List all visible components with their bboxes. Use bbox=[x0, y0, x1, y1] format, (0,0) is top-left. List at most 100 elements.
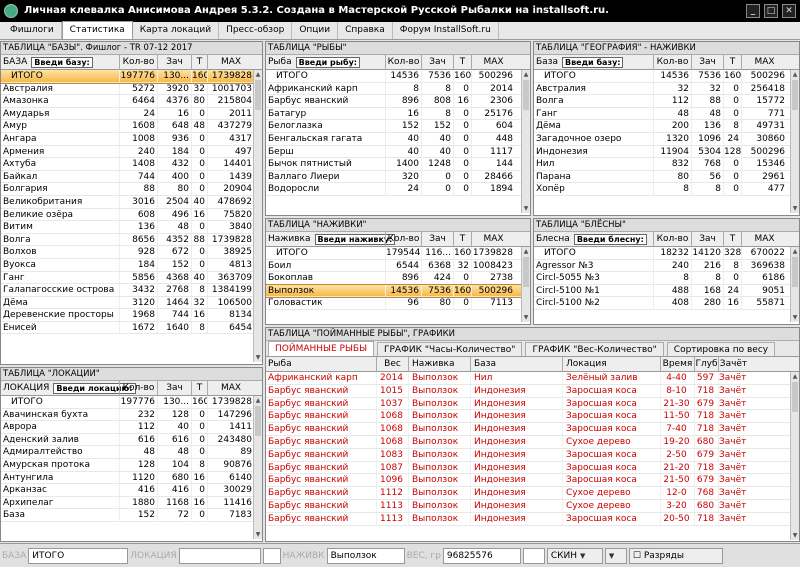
catch-header-col-2[interactable]: Наживка bbox=[408, 356, 470, 372]
table-row[interactable]: Амур 1608 648 48 437279 bbox=[1, 120, 262, 133]
bases-filter-input[interactable]: Введи базу: bbox=[31, 56, 93, 68]
table-row[interactable]: Барбус яванский 1087 Выползок Индонезия Заро… bbox=[266, 461, 799, 475]
table-row[interactable]: Арканзас 416 416 0 30029 bbox=[1, 484, 262, 497]
locations-header-col-3[interactable]: MAX bbox=[207, 380, 254, 396]
scroll-thumb[interactable] bbox=[255, 406, 261, 436]
tab-3[interactable]: Пресс-обзор bbox=[219, 22, 293, 39]
table-row[interactable]: Барбус яванский 1113 Выползок Индонезия Сухо… bbox=[266, 499, 799, 513]
fish-header-col-0[interactable]: Кол-во bbox=[385, 54, 421, 70]
table-row[interactable]: Головастик 96 80 0 7113 bbox=[266, 297, 530, 310]
table-row[interactable]: Амударья 24 16 0 2011 bbox=[1, 107, 262, 121]
table-row[interactable]: ИТОГО 179544 116... 160 1739828 bbox=[266, 247, 530, 260]
baits-header-col-3[interactable]: MAX bbox=[471, 231, 515, 247]
table-row[interactable]: База 152 72 0 7183 bbox=[1, 509, 262, 522]
status-location-select[interactable] bbox=[178, 547, 261, 564]
table-row[interactable]: Ангара 1008 936 0 4317 bbox=[1, 132, 262, 146]
baits-header-col-0[interactable]: Кол-во bbox=[385, 231, 421, 247]
table-row[interactable]: Берш 40 40 0 1117 bbox=[266, 145, 530, 159]
fish-header-col-2[interactable]: T bbox=[453, 54, 471, 70]
catch-tab-1[interactable]: ГРАФИК "Часы-Количество" bbox=[377, 342, 523, 356]
table-row[interactable]: Барбус яванский 896 808 16 2306 bbox=[266, 95, 530, 108]
tab-1[interactable]: Статистика bbox=[61, 21, 133, 39]
table-row[interactable]: Хопёр 8 8 0 477 bbox=[534, 183, 799, 196]
bases-header-col-1[interactable]: Зач bbox=[157, 54, 191, 70]
table-row[interactable]: Выползок 14536 7536 160 500296 bbox=[266, 283, 530, 299]
lures-header-col-2[interactable]: T bbox=[723, 231, 741, 247]
geo-header-col-3[interactable]: MAX bbox=[741, 54, 787, 70]
catch-tab-3[interactable]: Сортировка по весу bbox=[666, 342, 776, 356]
fish-scrollbar[interactable]: ▲ ▼ bbox=[521, 70, 530, 213]
scroll-thumb[interactable] bbox=[523, 257, 529, 287]
scroll-thumb[interactable] bbox=[255, 80, 261, 110]
minimize-button[interactable]: _ bbox=[746, 4, 760, 18]
scroll-up-icon[interactable]: ▲ bbox=[791, 247, 799, 256]
fish-filter-input[interactable]: Введи рыбу: bbox=[295, 56, 361, 68]
catch-header-col-5[interactable]: Время bbox=[660, 356, 694, 372]
table-row[interactable]: ИТОГО 14536 7536 160 500296 bbox=[534, 70, 799, 83]
table-row[interactable]: Загадочное озеро 1320 1096 24 30860 bbox=[534, 132, 799, 146]
table-row[interactable]: Аденский залив 616 616 0 243480 bbox=[1, 433, 262, 447]
table-row[interactable]: Дёма 200 136 8 49731 bbox=[534, 120, 799, 133]
scroll-up-icon[interactable]: ▲ bbox=[254, 70, 262, 79]
scroll-thumb[interactable] bbox=[523, 80, 529, 110]
table-row[interactable]: Ганг 48 48 0 771 bbox=[534, 107, 799, 121]
table-row[interactable]: Барбус яванский 1083 Выползок Индонезия Заро… bbox=[266, 448, 799, 462]
catch-header-col-6[interactable]: Глуб bbox=[694, 356, 718, 372]
catch-tab-2[interactable]: ГРАФИК "Вес-Количество" bbox=[525, 342, 664, 356]
scroll-down-icon[interactable]: ▼ bbox=[791, 204, 799, 213]
fish-header-col-1[interactable]: Зач bbox=[421, 54, 453, 70]
table-row[interactable]: Circl-5100 №2 408 280 16 55871 bbox=[534, 297, 799, 310]
catch-header-col-4[interactable]: Локация bbox=[562, 356, 660, 372]
table-row[interactable]: Circl-5055 №3 8 8 0 6186 bbox=[534, 272, 799, 285]
table-row[interactable]: Деревенские просторы 1968 744 16 8134 bbox=[1, 309, 262, 322]
scroll-up-icon[interactable]: ▲ bbox=[791, 70, 799, 79]
status-base-select[interactable]: ИТОГО bbox=[28, 547, 129, 564]
table-row[interactable]: Барбус яванский 1096 Выползок Индонезия Заро… bbox=[266, 474, 799, 488]
baits-filter-input[interactable]: Введи наживку: bbox=[314, 233, 396, 245]
table-row[interactable]: Волга 112 88 0 15772 bbox=[534, 95, 799, 108]
table-row[interactable]: Африканский карп 2014 Выползок Нил Зелёный з… bbox=[266, 372, 799, 385]
scroll-down-icon[interactable]: ▼ bbox=[254, 353, 262, 362]
table-row[interactable]: Барбус яванский 1068 Выползок Индонезия Заро… bbox=[266, 423, 799, 436]
table-row[interactable]: Барбус яванский 1113 Выползок Индонезия Заро… bbox=[266, 512, 799, 526]
bases-header-col-0[interactable]: Кол-во bbox=[119, 54, 157, 70]
table-row[interactable]: Великобритания 3016 2504 40 478692 bbox=[1, 195, 262, 209]
scroll-down-icon[interactable]: ▼ bbox=[522, 313, 530, 322]
table-row[interactable]: Бенгальская гагата 40 40 0 448 bbox=[266, 132, 530, 146]
table-row[interactable]: Ахтуба 1408 432 0 14401 bbox=[1, 158, 262, 171]
locations-header-col-0[interactable]: Кол-во bbox=[119, 380, 157, 396]
table-row[interactable]: Витим 136 48 0 3840 bbox=[1, 221, 262, 234]
table-row[interactable]: ИТОГО 197776130...1601739828 bbox=[1, 70, 262, 84]
baits-scrollbar[interactable]: ▲ ▼ bbox=[521, 247, 530, 322]
table-row[interactable]: Боил 6544 6368 32 1008423 bbox=[266, 259, 530, 273]
table-row[interactable]: Батагур 16 8 0 25176 bbox=[266, 107, 530, 121]
scroll-thumb[interactable] bbox=[792, 80, 798, 110]
lures-header-col-3[interactable]: MAX bbox=[741, 231, 787, 247]
scroll-up-icon[interactable]: ▲ bbox=[522, 247, 530, 256]
tab-5[interactable]: Справка bbox=[338, 22, 393, 39]
table-row[interactable]: Адмиралтейство 48 48 0 89 bbox=[1, 446, 262, 459]
table-row[interactable]: Нил 832 768 0 15346 bbox=[534, 158, 799, 171]
table-row[interactable]: Армения 240 184 0 497 bbox=[1, 145, 262, 159]
fish-header-col-3[interactable]: MAX bbox=[471, 54, 515, 70]
geo-scrollbar[interactable]: ▲ ▼ bbox=[790, 70, 799, 213]
scroll-down-icon[interactable]: ▼ bbox=[791, 531, 799, 540]
lures-scrollbar[interactable]: ▲ ▼ bbox=[790, 247, 799, 322]
table-row[interactable]: Валлаго Лиери 320 0 0 28466 bbox=[266, 170, 530, 184]
table-row[interactable]: ИТОГО 197776130...1601739828 bbox=[1, 396, 262, 409]
catch-header-col-7[interactable]: Зачёт bbox=[718, 356, 748, 372]
catch-header-col-0[interactable]: Рыба bbox=[266, 359, 376, 369]
catch-tab-0[interactable]: ПОЙМАННЫЕ РЫБЫ bbox=[268, 341, 375, 356]
table-row[interactable]: Амурская протока 128 104 8 90876 bbox=[1, 458, 262, 472]
tab-4[interactable]: Опции bbox=[292, 22, 339, 39]
skin-select[interactable]: СКИН ▼ bbox=[546, 547, 603, 564]
bases-header-col-2[interactable]: Т bbox=[191, 54, 207, 70]
scroll-thumb[interactable] bbox=[792, 382, 798, 412]
baits-header-col-2[interactable]: T bbox=[453, 231, 471, 247]
table-row[interactable]: Антунгила 1120 680 16 6140 bbox=[1, 471, 262, 485]
locations-header-col-2[interactable]: T bbox=[191, 380, 207, 396]
table-row[interactable]: Барбус яванский 1015 Выползок Индонезия Заро… bbox=[266, 384, 799, 398]
table-row[interactable]: Белоглазка 152 152 0 604 bbox=[266, 120, 530, 133]
table-row[interactable]: Agressor №3 240 216 8 369638 bbox=[534, 259, 799, 273]
table-row[interactable]: Галапагосские острова 3432 2768 8 1384199 bbox=[1, 284, 262, 297]
